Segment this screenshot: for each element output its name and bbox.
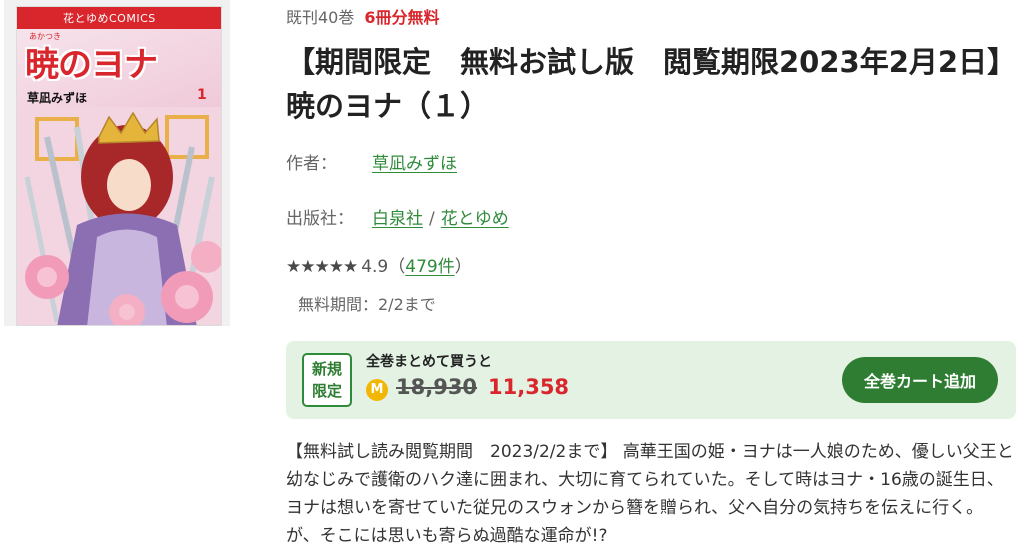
cover-imprint: 花とゆめCOMICS [63,12,156,25]
author-label: 作者： [286,154,337,174]
review-count-link[interactable]: 479件 [405,257,454,277]
publisher-row: 出版社： 白泉社 / 花とゆめ [286,204,509,229]
review-close-paren: ） [454,257,472,277]
author-row: 作者： 草凪みずほ [286,149,457,174]
original-price: 18,930 [396,375,478,399]
cover-volume: 1 [197,87,207,103]
volume-count: 既刊40巻 [286,8,355,27]
rating-value: 4.9 [361,257,389,277]
rating-row: ★★★★★ 4.9（479件） [286,252,472,277]
discounted-price: 11,358 [488,375,570,399]
free-volumes-badge: 6冊分無料 [364,8,440,27]
label-link[interactable]: 花とゆめ [441,209,509,229]
publisher-link[interactable]: 白泉社 [372,209,423,229]
cover-art: 花とゆめCOMICS あかつき 暁のヨナ 草凪みずほ 1 [16,6,222,326]
add-all-to-cart-button[interactable]: 全巻カート追加 [842,357,998,403]
cover-title: 暁のヨナ [25,45,158,85]
publisher-separator: / [429,209,435,229]
bundle-offer: 新規 限定 全巻まとめて買うと M 18,930 11,358 全巻カート追加 [286,341,1016,419]
cover-illustration [17,107,221,325]
book-description: 【無料試し読み閲覧期間 2023/2/2まで】 高華王国の姫・ヨナは一人娘のため… [286,442,1014,546]
badge-line-2: 限定 [311,382,342,400]
star-rating-icon: ★★★★★ [286,257,358,277]
review-open-paren: （ [388,257,406,277]
author-link[interactable]: 草凪みずほ [372,154,457,174]
book-cover[interactable]: 花とゆめCOMICS あかつき 暁のヨナ 草凪みずほ 1 [4,0,230,326]
badge-line-1: 新規 [311,360,342,378]
new-user-limited-badge: 新規 限定 [302,353,352,407]
free-period: 無料期間：2/2まで [298,295,436,314]
volume-info: 既刊40巻 6冊分無料 [286,4,440,28]
bundle-label: 全巻まとめて買うと [366,354,492,370]
publisher-label: 出版社： [286,209,354,229]
coin-icon: M [366,379,388,401]
book-title: 【期間限定 無料お試し版 閲覧期限2023年2月2日】暁のヨナ（１） [286,45,1002,123]
cover-author: 草凪みずほ [27,91,88,105]
